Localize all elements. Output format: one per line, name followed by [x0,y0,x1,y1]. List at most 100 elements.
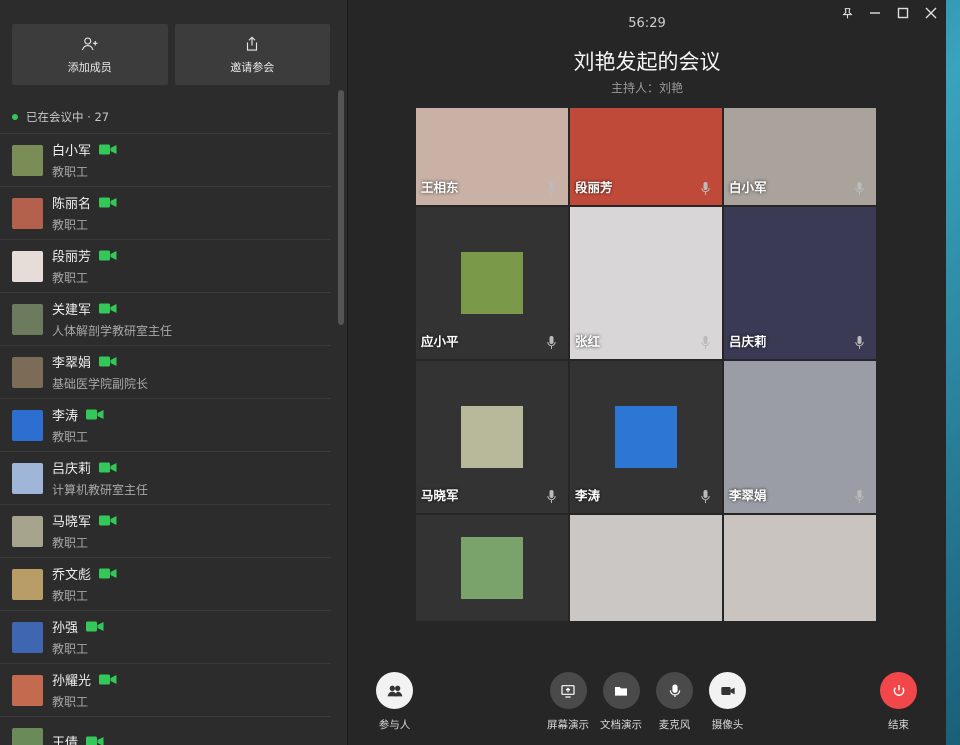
microphone-icon [669,683,680,697]
video-tile[interactable]: 段丽芳 [570,108,722,205]
member-name: 马晓军 [52,515,92,530]
member-item[interactable]: 马晓军 教职工 [0,504,331,557]
video-on-icon [99,356,117,367]
microphone-icon [547,182,556,195]
avatar [12,674,43,706]
video-tile[interactable]: 白小军 [724,108,876,205]
video-tile[interactable]: 吕庆莉 [724,207,876,359]
avatar [12,356,43,388]
video-on-icon [99,144,117,155]
avatar [12,409,43,441]
avatar [12,621,43,653]
microphone-icon [547,336,556,349]
in-meeting-status: 已在会议中 · 27 [0,107,347,127]
avatar [12,250,43,282]
invite-button[interactable]: 邀请参会 [174,24,330,85]
member-role: 教职工 [52,536,89,550]
member-item[interactable]: 李涛 教职工 [0,398,331,451]
video-on-icon [86,621,104,632]
tile-name: 段丽芳 [575,180,613,195]
member-item[interactable]: 王倩 [0,716,331,745]
sidebar-scrollbar[interactable] [338,90,344,325]
video-tile[interactable]: 张红 [570,207,722,359]
online-dot-icon [12,114,18,120]
add-member-button[interactable]: 添加成员 [12,24,168,85]
member-role: 教职工 [52,695,89,709]
member-item[interactable]: 段丽芳 教职工 [0,239,331,292]
participants-button[interactable]: 参与人 [376,672,413,732]
video-tile[interactable] [416,515,568,621]
member-item[interactable]: 白小军 教职工 [0,133,331,186]
doc-share-button[interactable]: 文档演示 [600,672,642,732]
member-name: 乔文彪 [52,568,92,583]
video-tile[interactable] [570,515,722,621]
sidebar: 添加成员 邀请参会 已在会议中 · 27 白小军 教职工 陈丽名 教职工 段丽芳… [0,0,348,745]
video-on-icon [99,674,117,685]
tile-name: 李翠娟 [729,488,767,503]
microphone-icon [547,490,556,503]
participant-avatar [615,406,677,468]
member-name: 孙强 [52,621,79,636]
sidebar-actions: 添加成员 邀请参会 [0,0,347,85]
member-name: 段丽芳 [52,250,92,265]
tile-name: 王相东 [421,180,459,195]
member-name: 陈丽名 [52,197,92,212]
screen-share-icon [561,684,575,698]
screen-share-button[interactable]: 屏幕演示 [547,672,589,732]
member-item[interactable]: 吕庆莉 计算机教研室主任 [0,451,331,504]
avatar [12,568,43,600]
avatar [12,727,43,745]
invite-label: 邀请参会 [230,60,275,74]
main-area: 56:29 刘艳发起的会议 主持人：刘艳 王相东 段丽芳 白小军 应小平 张红 吕庆莉 马晓… [348,0,946,745]
member-item[interactable]: 李翠娟 基础医学院副院长 [0,345,331,398]
add-member-label: 添加成员 [67,60,112,74]
end-meeting-button[interactable]: 结束 [880,672,917,732]
member-role: 人体解剖学教研室主任 [52,324,173,338]
screen-share-label: 屏幕演示 [547,719,589,731]
meeting-window: 添加成员 邀请参会 已在会议中 · 27 白小军 教职工 陈丽名 教职工 段丽芳… [0,0,946,745]
video-feed [570,515,722,621]
member-role: 教职工 [52,642,89,656]
member-item[interactable]: 乔文彪 教职工 [0,557,331,610]
video-on-icon [86,409,104,420]
member-name: 白小军 [52,144,92,159]
video-grid: 王相东 段丽芳 白小军应小平 张红 吕庆莉马晓军 李涛 李翠娟 [416,108,876,624]
microphone-icon [701,182,710,195]
mic-label: 麦克风 [658,719,691,731]
member-item[interactable]: 孙耀光 教职工 [0,663,331,716]
add-person-icon [81,36,98,50]
power-icon [893,684,904,696]
member-item[interactable]: 陈丽名 教职工 [0,186,331,239]
video-tile[interactable]: 李涛 [570,361,722,513]
tile-name: 张红 [575,334,601,349]
video-tile[interactable]: 应小平 [416,207,568,359]
member-name: 关建军 [52,303,92,318]
video-tile[interactable]: 王相东 [416,108,568,205]
member-role: 计算机教研室主任 [52,483,149,497]
camera-button[interactable]: 摄像头 [709,672,746,732]
member-item[interactable]: 关建军 人体解剖学教研室主任 [0,292,331,345]
member-role: 教职工 [52,589,89,603]
avatar [12,197,43,229]
participants-icon [387,685,402,696]
video-on-icon [99,250,117,261]
mic-button[interactable]: 麦克风 [656,672,693,732]
member-name: 王倩 [52,735,79,745]
camera-icon [720,686,735,695]
member-list: 白小军 教职工 陈丽名 教职工 段丽芳 教职工 关建军 人体解剖学教研室主任 李… [0,133,347,745]
member-name: 吕庆莉 [52,462,92,477]
member-role: 教职工 [52,218,89,232]
video-tile[interactable] [724,515,876,621]
tile-name: 李涛 [575,488,601,503]
microphone-icon [701,490,710,503]
control-bar: 参与人 屏幕演示 文档演示 麦克风 摄像头 结束 [348,672,946,732]
video-feed [724,515,876,621]
tile-name: 马晓军 [421,488,459,503]
video-tile[interactable]: 马晓军 [416,361,568,513]
video-tile[interactable]: 李翠娟 [724,361,876,513]
member-role: 教职工 [52,271,89,285]
member-item[interactable]: 孙强 教职工 [0,610,331,663]
avatar [12,462,43,494]
avatar [12,515,43,547]
video-on-icon [99,568,117,579]
